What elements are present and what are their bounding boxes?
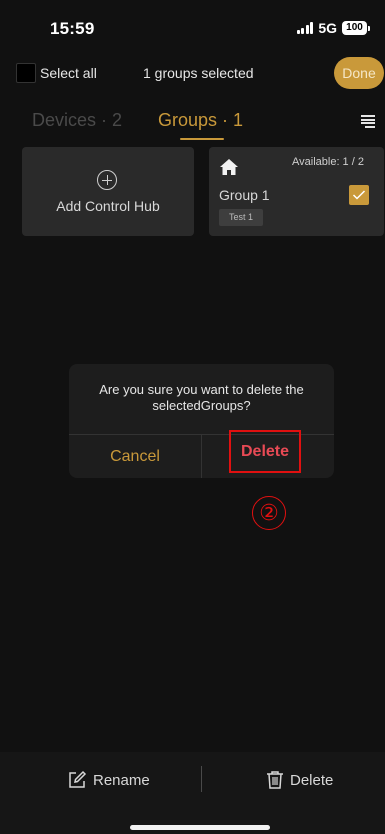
network-label: 5G <box>318 20 337 36</box>
group-tag: Test 1 <box>219 209 264 226</box>
bottom-action-bar: Rename Delete <box>0 752 385 834</box>
selected-count: 1 groups selected <box>143 65 254 81</box>
available-count: Available: 1 / 2 <box>292 156 364 168</box>
tab-groups[interactable]: Groups · 1 <box>158 110 243 131</box>
delete-button[interactable]: Delete <box>266 768 333 792</box>
status-time: 15:59 <box>50 19 95 38</box>
tab-bar: Devices · 2 Groups · 1 <box>0 102 385 142</box>
select-all-label[interactable]: Select all <box>40 65 97 81</box>
list-icon[interactable] <box>361 115 375 128</box>
done-button[interactable]: Done <box>334 57 384 89</box>
select-all-checkbox[interactable] <box>16 63 36 83</box>
home-icon <box>220 159 238 175</box>
dialog-button-divider <box>201 435 202 478</box>
edit-icon <box>69 770 87 788</box>
delete-label: Delete <box>290 771 334 789</box>
cancel-button[interactable]: Cancel <box>69 435 201 478</box>
add-control-hub-label[interactable]: Add Control Hub <box>22 198 194 214</box>
step-annotation: ② <box>252 496 286 530</box>
bottom-divider <box>201 766 202 792</box>
delete-confirm-dialog: Are you sure you want to delete the sele… <box>69 364 334 478</box>
rename-button[interactable]: Rename <box>67 768 150 792</box>
rename-label: Rename <box>93 771 150 789</box>
tab-devices[interactable]: Devices · 2 <box>32 110 122 131</box>
group-checkbox[interactable] <box>349 185 369 205</box>
trash-icon <box>267 771 283 789</box>
battery-level: 100 <box>342 21 367 35</box>
active-tab-indicator <box>180 138 224 140</box>
confirm-delete-button[interactable]: Delete <box>229 430 301 473</box>
home-indicator[interactable] <box>130 825 270 830</box>
status-bar: 15:59 5G 100 <box>0 0 385 54</box>
group-name: Group 1 <box>219 187 270 203</box>
add-control-hub-card[interactable] <box>22 147 194 236</box>
signal-icon <box>296 22 314 34</box>
plus-circle-icon[interactable] <box>97 170 117 190</box>
selection-header: Select all 1 groups selected Done <box>0 56 385 90</box>
status-indicators: 5G 100 <box>296 20 370 36</box>
dialog-message: Are you sure you want to delete the sele… <box>99 382 304 413</box>
battery-icon: 100 <box>342 21 370 35</box>
checkmark-icon <box>352 190 366 200</box>
